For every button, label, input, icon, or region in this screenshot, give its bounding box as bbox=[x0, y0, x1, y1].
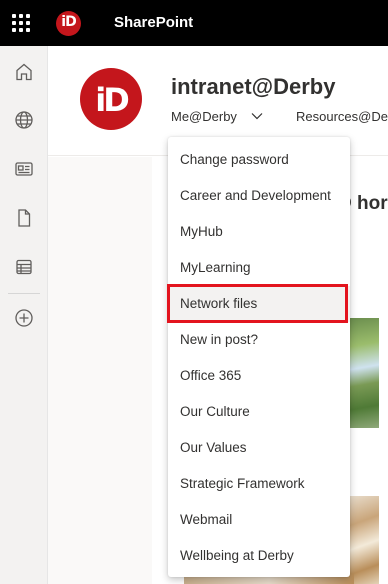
menu-item-webmail[interactable]: Webmail bbox=[168, 502, 350, 538]
menu-item-myhub[interactable]: MyHub bbox=[168, 214, 350, 250]
chevron-down-icon[interactable] bbox=[251, 112, 263, 120]
app-name-link[interactable]: SharePoint bbox=[114, 14, 193, 31]
list-icon[interactable] bbox=[12, 255, 36, 279]
menu-item-our-values[interactable]: Our Values bbox=[168, 430, 350, 466]
news-image[interactable] bbox=[350, 318, 379, 428]
site-logo[interactable]: iD bbox=[80, 68, 142, 130]
menu-item-office-365[interactable]: Office 365 bbox=[168, 358, 350, 394]
document-icon[interactable] bbox=[12, 206, 36, 230]
menu-item-network-files[interactable]: Network files bbox=[168, 286, 350, 322]
menu-item-career-and-development[interactable]: Career and Development bbox=[168, 178, 350, 214]
add-icon[interactable] bbox=[12, 306, 36, 330]
home-icon[interactable] bbox=[12, 60, 36, 84]
menu-item-our-culture[interactable]: Our Culture bbox=[168, 394, 350, 430]
app-bar bbox=[0, 46, 48, 584]
menu-item-mylearning[interactable]: MyLearning bbox=[168, 250, 350, 286]
news-image[interactable] bbox=[350, 496, 379, 584]
site-title[interactable]: intranet@Derby bbox=[171, 74, 335, 100]
organization-logo[interactable]: iD bbox=[56, 11, 81, 36]
globe-icon[interactable] bbox=[12, 108, 36, 132]
nav-item-me-derby[interactable]: Me@Derby bbox=[171, 109, 237, 124]
site-logo-text: iD bbox=[95, 81, 130, 119]
menu-item-new-in-post[interactable]: New in post? bbox=[168, 322, 350, 358]
menu-item-wellbeing-at-derby[interactable]: Wellbeing at Derby bbox=[168, 538, 350, 574]
suite-bar: iD SharePoint bbox=[0, 0, 388, 46]
nav-item-resources[interactable]: Resources@De bbox=[296, 109, 388, 124]
menu-item-change-password[interactable]: Change password bbox=[168, 142, 350, 178]
organization-logo-text: iD bbox=[61, 14, 76, 30]
me-derby-dropdown-menu: Change password Career and Development M… bbox=[168, 137, 350, 577]
news-icon[interactable] bbox=[12, 157, 36, 181]
app-launcher-icon[interactable] bbox=[10, 12, 32, 34]
menu-item-strategic-framework[interactable]: Strategic Framework bbox=[168, 466, 350, 502]
app-bar-divider bbox=[8, 293, 40, 294]
